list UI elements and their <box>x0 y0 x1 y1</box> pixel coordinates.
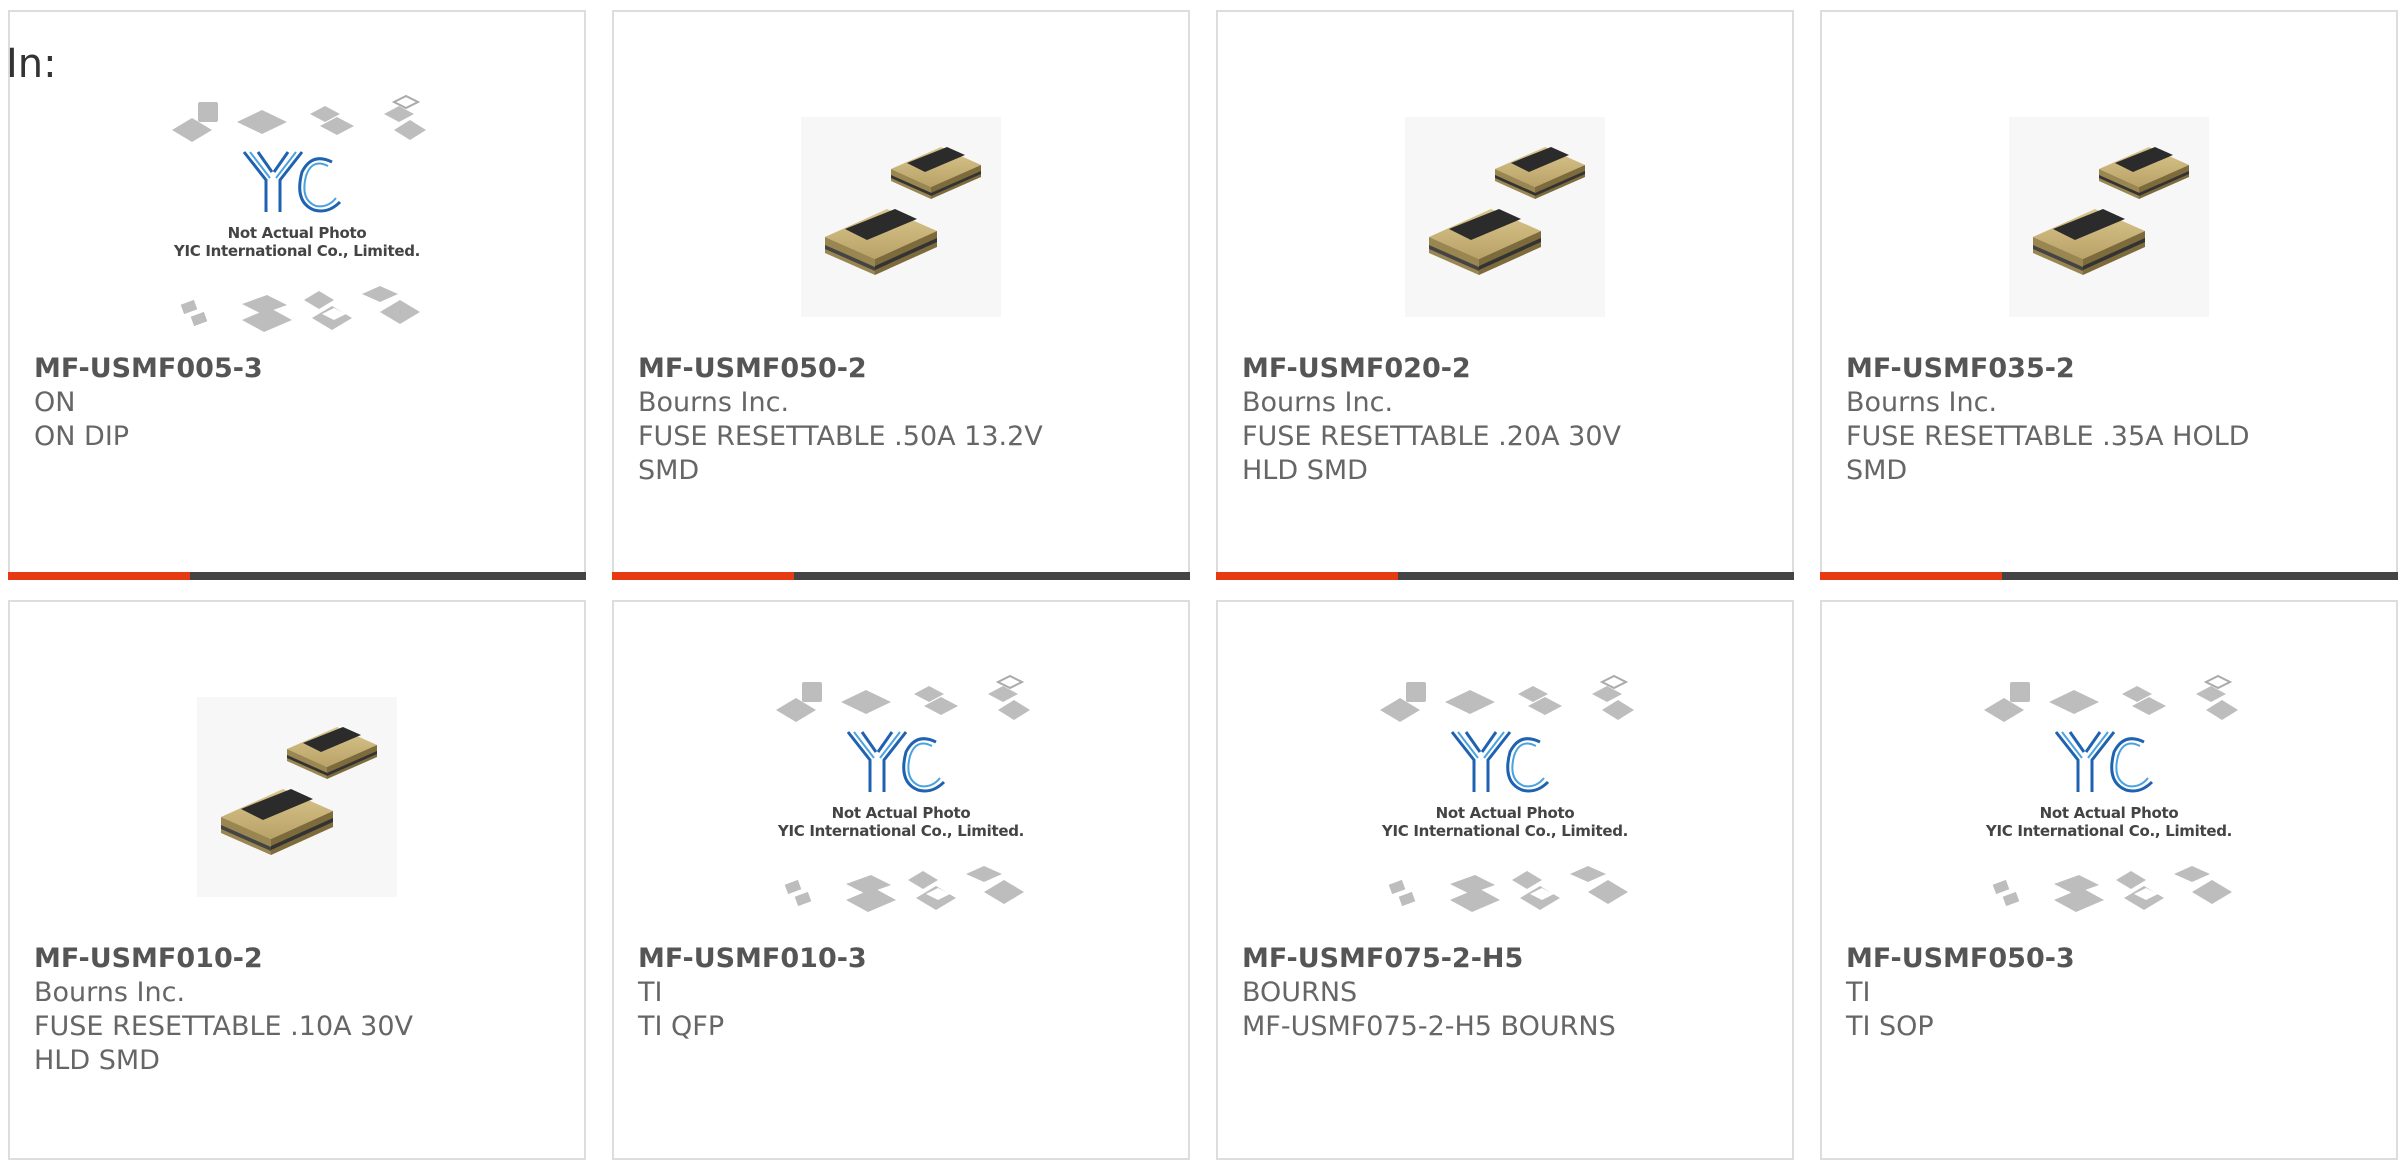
not-actual-photo-image: Not Actual Photo YIC International Co., … <box>162 92 432 342</box>
card-accent-bar <box>612 572 1190 580</box>
placeholder-caption-line1: Not Actual Photo <box>2039 804 2179 822</box>
product-thumbnail[interactable] <box>614 92 1188 342</box>
search-prefix-label: In: <box>6 41 57 87</box>
part-number-link[interactable]: MF-USMF075-2-H5 <box>1242 942 1782 976</box>
smd-fuse-icon <box>825 147 981 275</box>
product-info: MF-USMF010-3 TI TI QFP <box>638 942 1178 1044</box>
description-text: FUSE RESETTABLE .35A HOLD SMD <box>1846 421 2250 486</box>
product-info: MF-USMF010-2 Bourns Inc. FUSE RESETTABLE .… <box>34 942 574 1078</box>
product-card[interactable]: Not Actual Photo YIC International Co., … <box>1216 600 1794 1160</box>
description-text: FUSE RESETTABLE .50A 13.2V SMD <box>638 421 1043 486</box>
accent-segment <box>1820 572 2002 580</box>
dark-segment <box>190 572 586 580</box>
smd-fuse-image <box>801 117 1001 317</box>
dark-segment <box>2002 572 2398 580</box>
part-number-link[interactable]: MF-USMF005-3 <box>34 352 574 386</box>
product-info: MF-USMF020-2 Bourns Inc. FUSE RESETTABLE .… <box>1242 352 1782 488</box>
chip-placeholder-icon <box>1380 674 1634 912</box>
manufacturer-text: Bourns Inc. <box>638 387 790 418</box>
product-card[interactable]: Not Actual Photo YIC International Co., … <box>612 600 1190 1160</box>
placeholder-caption-line1: Not Actual Photo <box>831 804 971 822</box>
product-card[interactable]: MF-USMF050-2 Bourns Inc. FUSE RESETTABLE .… <box>612 10 1190 580</box>
dark-segment <box>1398 572 1794 580</box>
not-actual-photo-image: Not Actual Photo YIC International Co., … <box>766 672 1036 922</box>
placeholder-caption-line1: Not Actual Photo <box>1435 804 1575 822</box>
chip-placeholder-icon <box>776 674 1030 912</box>
part-number-link[interactable]: MF-USMF010-3 <box>638 942 1178 976</box>
product-thumbnail[interactable]: Not Actual Photo YIC International Co., … <box>1822 672 2396 922</box>
card-accent-bar <box>1216 572 1794 580</box>
chip-placeholder-icon <box>1984 674 2238 912</box>
manufacturer-text: Bourns Inc. <box>1846 387 1998 418</box>
description-text: ON DIP <box>34 421 130 452</box>
description-text: TI SOP <box>1846 1011 1934 1042</box>
smd-fuse-icon <box>2033 147 2189 275</box>
not-actual-photo-image: Not Actual Photo YIC International Co., … <box>1370 672 1640 922</box>
manufacturer-text: TI <box>1846 977 1871 1008</box>
card-accent-bar <box>1820 572 2398 580</box>
product-thumbnail[interactable]: Not Actual Photo YIC International Co., … <box>1218 672 1792 922</box>
manufacturer-text: BOURNS <box>1242 977 1358 1008</box>
accent-segment <box>1216 572 1398 580</box>
product-card[interactable]: MF-USMF035-2 Bourns Inc. FUSE RESETTABLE .… <box>1820 10 2398 580</box>
smd-fuse-image <box>197 697 397 897</box>
accent-segment <box>612 572 794 580</box>
product-thumbnail[interactable]: Not Actual Photo YIC International Co., … <box>614 672 1188 922</box>
product-info: MF-USMF050-2 Bourns Inc. FUSE RESETTABLE .… <box>638 352 1178 488</box>
product-info: MF-USMF035-2 Bourns Inc. FUSE RESETTABLE .… <box>1846 352 2386 488</box>
product-card[interactable]: Not Actual Photo YIC International Co., … <box>1820 600 2398 1160</box>
product-info: MF-USMF005-3 ON ON DIP <box>34 352 574 454</box>
chip-placeholder-icon <box>172 94 426 332</box>
dark-segment <box>794 572 1190 580</box>
product-card[interactable]: Not Actual Photo YIC International Co., … <box>8 10 586 580</box>
manufacturer-text: Bourns Inc. <box>1242 387 1394 418</box>
smd-fuse-image <box>2009 117 2209 317</box>
not-actual-photo-image: Not Actual Photo YIC International Co., … <box>1974 672 2244 922</box>
product-info: MF-USMF075-2-H5 BOURNS MF-USMF075-2-H5 BOU… <box>1242 942 1782 1044</box>
accent-segment <box>8 572 190 580</box>
product-info: MF-USMF050-3 TI TI SOP <box>1846 942 2386 1044</box>
manufacturer-text: ON <box>34 387 76 418</box>
description-text: FUSE RESETTABLE .20A 30V HLD SMD <box>1242 421 1622 486</box>
placeholder-caption-line2: YIC International Co., Limited. <box>777 822 1025 840</box>
placeholder-caption-line2: YIC International Co., Limited. <box>1381 822 1629 840</box>
card-accent-bar <box>8 572 586 580</box>
manufacturer-text: Bourns Inc. <box>34 977 186 1008</box>
smd-fuse-icon <box>221 727 377 855</box>
part-number-link[interactable]: MF-USMF050-2 <box>638 352 1178 386</box>
product-thumbnail[interactable] <box>1822 92 2396 342</box>
manufacturer-text: TI <box>638 977 663 1008</box>
description-text: TI QFP <box>638 1011 725 1042</box>
placeholder-caption-line1: Not Actual Photo <box>227 224 367 242</box>
part-number-link[interactable]: MF-USMF020-2 <box>1242 352 1782 386</box>
product-card[interactable]: MF-USMF010-2 Bourns Inc. FUSE RESETTABLE .… <box>8 600 586 1160</box>
part-number-link[interactable]: MF-USMF010-2 <box>34 942 574 976</box>
part-number-link[interactable]: MF-USMF035-2 <box>1846 352 2386 386</box>
smd-fuse-image <box>1405 117 1605 317</box>
product-card[interactable]: MF-USMF020-2 Bourns Inc. FUSE RESETTABLE .… <box>1216 10 1794 580</box>
placeholder-caption-line2: YIC International Co., Limited. <box>173 242 421 260</box>
description-text: FUSE RESETTABLE .10A 30V HLD SMD <box>34 1011 414 1076</box>
placeholder-caption-line2: YIC International Co., Limited. <box>1985 822 2233 840</box>
product-thumbnail[interactable]: Not Actual Photo YIC International Co., … <box>10 92 584 342</box>
part-number-link[interactable]: MF-USMF050-3 <box>1846 942 2386 976</box>
smd-fuse-icon <box>1429 147 1585 275</box>
product-thumbnail[interactable] <box>10 672 584 922</box>
product-thumbnail[interactable] <box>1218 92 1792 342</box>
description-text: MF-USMF075-2-H5 BOURNS <box>1242 1011 1616 1042</box>
